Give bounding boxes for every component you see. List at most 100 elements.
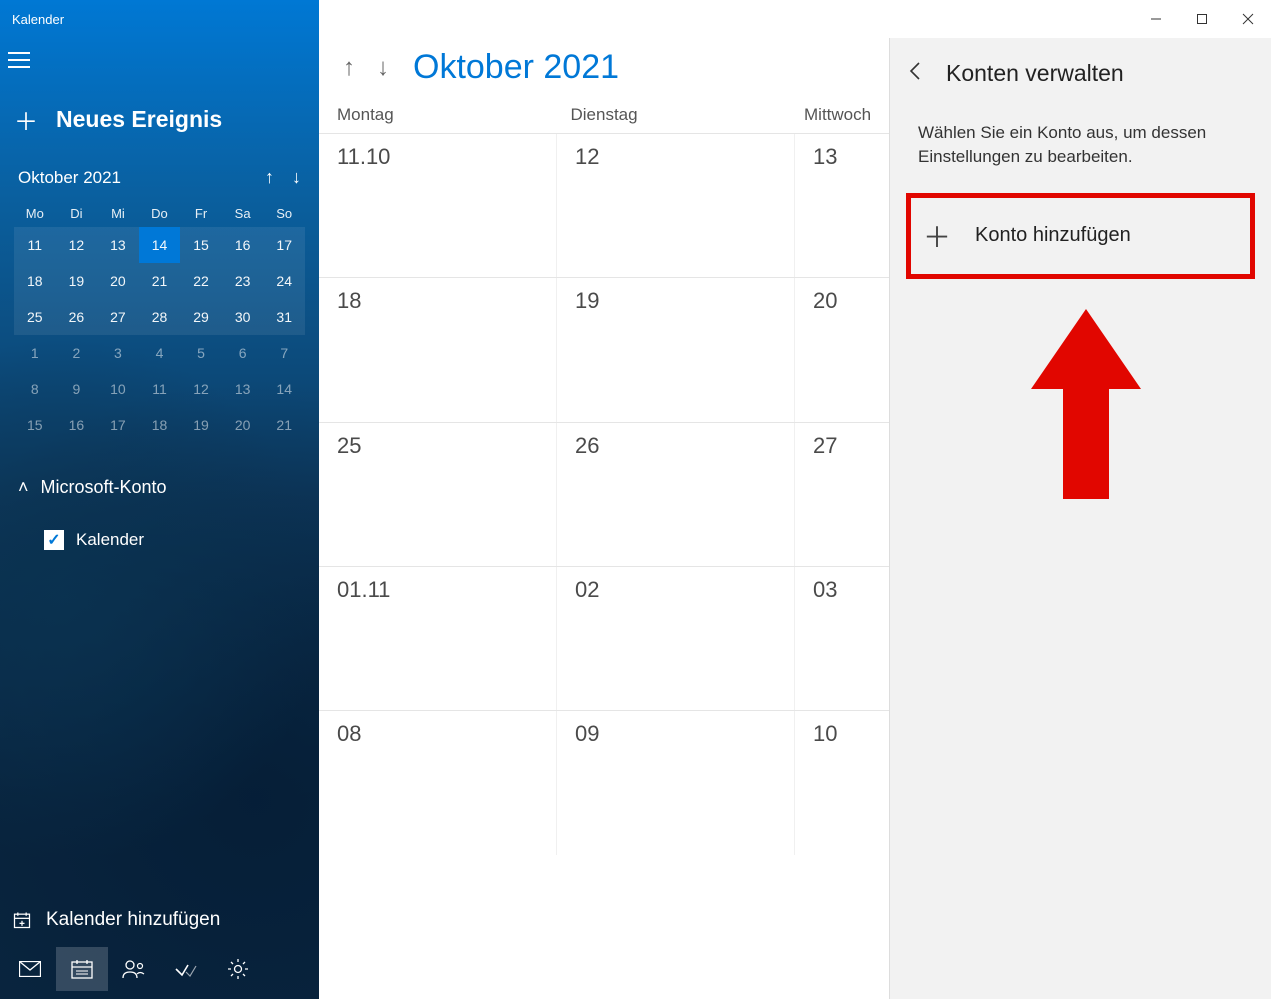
- calendar-cell[interactable]: 11.10: [319, 134, 557, 277]
- calendar-cell[interactable]: 25: [319, 423, 557, 566]
- mini-cal-day[interactable]: 20: [222, 407, 264, 443]
- mini-cal-day[interactable]: 11: [14, 227, 56, 263]
- mini-cal-day[interactable]: 17: [263, 227, 305, 263]
- calendar-cell[interactable]: 19: [557, 278, 795, 421]
- mini-cal-day[interactable]: 15: [180, 227, 222, 263]
- day-header: Montag: [337, 105, 571, 125]
- mini-cal-prev-button[interactable]: ↑: [265, 167, 274, 188]
- mini-cal-day[interactable]: 5: [180, 335, 222, 371]
- mini-cal-day[interactable]: 14: [139, 227, 181, 263]
- mini-cal-day[interactable]: 21: [139, 263, 181, 299]
- mini-cal-day[interactable]: 1: [14, 335, 56, 371]
- mini-cal-day[interactable]: 16: [222, 227, 264, 263]
- mini-cal-day[interactable]: 13: [97, 227, 139, 263]
- account-section: ˄ Microsoft-Konto ✓ Kalender: [0, 453, 319, 556]
- mini-calendar-grid: MoDiMiDoFrSaSo11121314151617181920212223…: [14, 200, 305, 443]
- app-title: Kalender: [12, 12, 64, 27]
- sidebar: Kalender ＋ Neues Ereignis Oktober 2021 ↑…: [0, 0, 319, 999]
- next-period-button[interactable]: ↓: [371, 50, 395, 86]
- plus-icon: ＋: [923, 216, 951, 256]
- main-area: ↑ ↓ Oktober 2021 Heute Tage MontagDienst…: [319, 0, 1271, 999]
- mini-cal-day[interactable]: 3: [97, 335, 139, 371]
- maximize-button[interactable]: [1179, 4, 1225, 34]
- hamburger-icon: [8, 52, 30, 68]
- calendar-cell[interactable]: 26: [557, 423, 795, 566]
- mini-cal-day[interactable]: 19: [56, 263, 98, 299]
- accounts-panel: Konten verwalten Wählen Sie ein Konto au…: [889, 38, 1271, 999]
- mini-calendar-title: Oktober 2021: [18, 168, 121, 188]
- mini-cal-day[interactable]: 30: [222, 299, 264, 335]
- calendar-cell[interactable]: 01.11: [319, 567, 557, 710]
- mini-cal-day[interactable]: 18: [14, 263, 56, 299]
- minimize-button[interactable]: [1133, 4, 1179, 34]
- panel-back-button[interactable]: [902, 61, 928, 87]
- checkbox-checked-icon: ✓: [44, 530, 64, 550]
- account-label: Microsoft-Konto: [41, 477, 167, 498]
- calendar-icon[interactable]: [56, 947, 108, 991]
- hamburger-menu-button[interactable]: [0, 38, 319, 84]
- calendar-cell[interactable]: 08: [319, 711, 557, 854]
- add-account-label: Konto hinzufügen: [975, 224, 1131, 247]
- calendar-cell[interactable]: 18: [319, 278, 557, 421]
- mini-cal-day[interactable]: 2: [56, 335, 98, 371]
- add-calendar-button[interactable]: Kalender hinzufügen: [0, 899, 319, 941]
- calendar-checkbox-row[interactable]: ✓ Kalender: [18, 498, 301, 550]
- plus-icon: ＋: [14, 102, 38, 137]
- calendar-cell[interactable]: 02: [557, 567, 795, 710]
- calendar-cell[interactable]: 09: [557, 711, 795, 854]
- mini-cal-day[interactable]: 23: [222, 263, 264, 299]
- todo-icon[interactable]: [160, 947, 212, 991]
- mini-cal-day[interactable]: 21: [263, 407, 305, 443]
- arrow-up-icon: [1031, 309, 1141, 499]
- mini-cal-day[interactable]: 13: [222, 371, 264, 407]
- account-toggle[interactable]: ˄ Microsoft-Konto: [18, 477, 301, 498]
- mini-cal-day[interactable]: 10: [97, 371, 139, 407]
- people-icon[interactable]: [108, 947, 160, 991]
- mini-cal-day[interactable]: 16: [56, 407, 98, 443]
- close-button[interactable]: [1225, 4, 1271, 34]
- mini-cal-day[interactable]: 26: [56, 299, 98, 335]
- annotation-highlight-box: ＋ Konto hinzufügen: [906, 193, 1255, 279]
- mini-cal-day[interactable]: 31: [263, 299, 305, 335]
- mini-cal-day[interactable]: 28: [139, 299, 181, 335]
- mini-cal-day[interactable]: 11: [139, 371, 181, 407]
- mini-cal-day[interactable]: 17: [97, 407, 139, 443]
- mini-cal-day[interactable]: 24: [263, 263, 305, 299]
- mini-cal-day[interactable]: 14: [263, 371, 305, 407]
- prev-period-button[interactable]: ↑: [337, 50, 361, 86]
- mini-cal-day[interactable]: 22: [180, 263, 222, 299]
- mini-cal-weekday: Mi: [97, 200, 139, 227]
- gear-icon[interactable]: [212, 947, 264, 991]
- mini-cal-day[interactable]: 4: [139, 335, 181, 371]
- mini-cal-day[interactable]: 7: [263, 335, 305, 371]
- mini-cal-next-button[interactable]: ↓: [292, 167, 301, 188]
- mini-cal-day[interactable]: 29: [180, 299, 222, 335]
- window-title-bar: [319, 0, 1271, 38]
- mini-cal-day[interactable]: 15: [14, 407, 56, 443]
- mini-cal-day[interactable]: 19: [180, 407, 222, 443]
- mini-cal-day[interactable]: 6: [222, 335, 264, 371]
- mini-cal-day[interactable]: 27: [97, 299, 139, 335]
- mini-cal-weekday: Sa: [222, 200, 264, 227]
- mini-cal-day[interactable]: 20: [97, 263, 139, 299]
- mini-cal-weekday: So: [263, 200, 305, 227]
- mini-cal-day[interactable]: 9: [56, 371, 98, 407]
- mini-cal-weekday: Mo: [14, 200, 56, 227]
- calendar-item-label: Kalender: [76, 530, 144, 550]
- new-event-label: Neues Ereignis: [56, 106, 222, 133]
- calendar-cell[interactable]: 12: [557, 134, 795, 277]
- mini-cal-day[interactable]: 8: [14, 371, 56, 407]
- mini-cal-day[interactable]: 25: [14, 299, 56, 335]
- panel-description: Wählen Sie ein Konto aus, um dessen Eins…: [890, 105, 1271, 193]
- mini-cal-day[interactable]: 12: [180, 371, 222, 407]
- mini-cal-weekday: Fr: [180, 200, 222, 227]
- mini-cal-weekday: Di: [56, 200, 98, 227]
- add-account-button[interactable]: ＋ Konto hinzufügen: [913, 200, 1248, 272]
- new-event-button[interactable]: ＋ Neues Ereignis: [0, 84, 319, 155]
- mini-cal-weekday: Do: [139, 200, 181, 227]
- mini-calendar: Oktober 2021 ↑ ↓ MoDiMiDoFrSaSo111213141…: [0, 155, 319, 453]
- annotation-arrow: [1031, 309, 1131, 499]
- mini-cal-day[interactable]: 18: [139, 407, 181, 443]
- mini-cal-day[interactable]: 12: [56, 227, 98, 263]
- mail-icon[interactable]: [4, 947, 56, 991]
